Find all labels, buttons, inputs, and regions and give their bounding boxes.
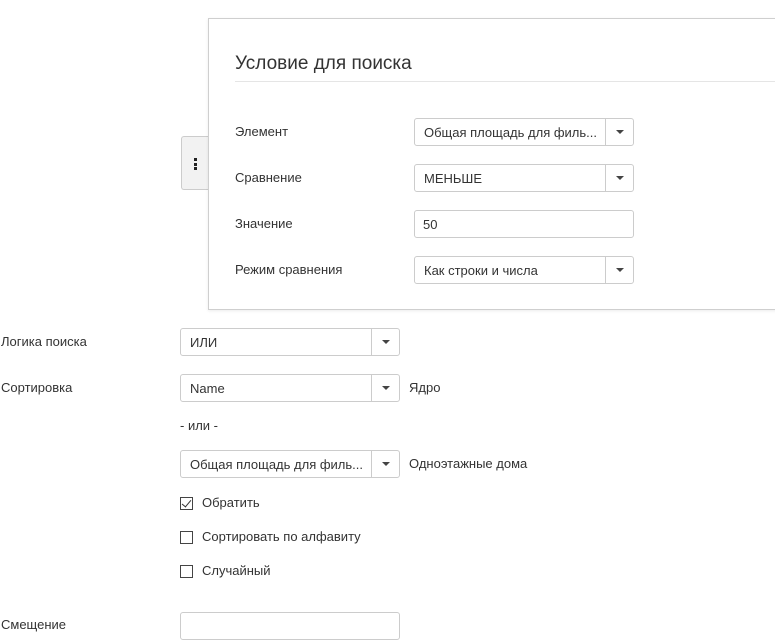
element-select[interactable]: Общая площадь для филь... [414,118,634,146]
mode-select[interactable]: Как строки и числа [414,256,634,284]
search-condition-panel: Условие для поиска Элемент Общая площадь… [208,18,775,310]
panel-divider [235,81,775,82]
element-select-value: Общая площадь для филь... [424,125,597,140]
chevron-down-icon[interactable] [371,329,399,355]
chevron-down-icon[interactable] [371,375,399,401]
alphabetical-label[interactable]: Сортировать по алфавиту [202,529,361,544]
comparison-select-value: МЕНЬШЕ [424,171,483,186]
sort-field-select[interactable]: Name [180,374,400,402]
sort-field-value: Name [190,381,225,396]
sort-alt-value: Общая площадь для филь... [190,457,363,472]
element-label: Элемент [235,124,289,139]
condition-drag-handle[interactable] [181,136,211,190]
panel-title: Условие для поиска [235,53,412,74]
value-input[interactable] [414,210,634,238]
chevron-down-icon[interactable] [605,119,633,145]
search-logic-value: ИЛИ [190,335,218,350]
sort-alt-select[interactable]: Общая площадь для филь... [180,450,400,478]
comparison-select[interactable]: МЕНЬШЕ [414,164,634,192]
sort-field-note: Ядро [409,380,441,395]
or-separator: - или - [180,418,218,433]
reverse-checkbox[interactable] [180,497,193,510]
chevron-down-icon[interactable] [605,165,633,191]
sort-alt-note: Одноэтажные дома [409,456,528,471]
next-row-label: Смещение [1,617,67,632]
alphabetical-checkbox[interactable] [180,531,193,544]
sorting-label: Сортировка [1,380,73,395]
random-checkbox[interactable] [180,565,193,578]
search-logic-select[interactable]: ИЛИ [180,328,400,356]
random-label[interactable]: Случайный [202,563,271,578]
value-label: Значение [235,216,293,231]
chevron-down-icon[interactable] [371,451,399,477]
mode-select-value: Как строки и числа [424,263,538,278]
search-logic-label: Логика поиска [1,334,87,349]
reverse-label[interactable]: Обратить [202,495,260,510]
comparison-label: Сравнение [235,170,302,185]
chevron-down-icon[interactable] [605,257,633,283]
mode-label: Режим сравнения [235,262,343,277]
next-row-input[interactable] [180,612,400,640]
more-vertical-icon [194,158,198,170]
